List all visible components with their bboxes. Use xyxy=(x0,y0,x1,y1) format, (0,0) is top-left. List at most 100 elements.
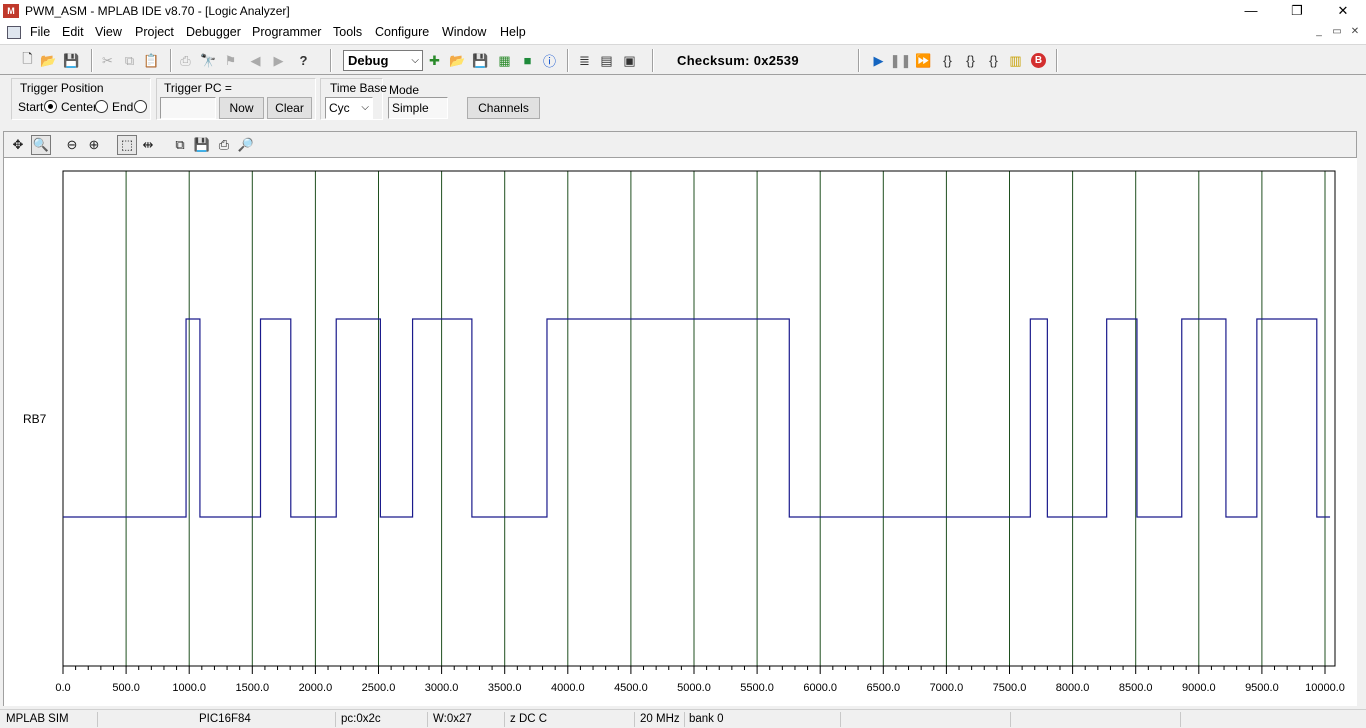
copy-icon[interactable]: ⧉ xyxy=(121,52,138,69)
select-region-icon[interactable]: ⬚ xyxy=(117,135,137,155)
save-workspace-icon[interactable]: 💾 xyxy=(472,52,489,69)
step-over-icon[interactable]: {} xyxy=(962,52,979,69)
menu-tools[interactable]: Tools xyxy=(333,25,362,39)
menu-debugger[interactable]: Debugger xyxy=(186,25,241,39)
new-project-icon[interactable]: ✚ xyxy=(426,52,443,69)
open-project-icon[interactable]: 📂 xyxy=(449,52,466,69)
build-config-select[interactable]: Debug ⌵ xyxy=(343,50,423,71)
channels-button[interactable]: Channels xyxy=(467,97,540,119)
status-divider xyxy=(97,712,98,727)
zoom-in-icon[interactable]: ⊕ xyxy=(84,135,104,155)
toolbar-separator xyxy=(170,49,172,72)
trigger-center-radio[interactable] xyxy=(95,100,108,113)
tick-label: 1500.0 xyxy=(235,682,269,694)
menu-project[interactable]: Project xyxy=(135,25,174,39)
stack-icon[interactable]: ≣ xyxy=(576,52,593,69)
menu-help[interactable]: Help xyxy=(500,25,526,39)
menu-configure[interactable]: Configure xyxy=(375,25,429,39)
minimize-window-button[interactable]: — xyxy=(1228,0,1274,22)
menu-edit[interactable]: Edit xyxy=(62,25,84,39)
memory-icon[interactable]: ▤ xyxy=(598,52,615,69)
breakpoint-icon[interactable]: B xyxy=(1031,53,1046,68)
close-window-button[interactable]: ✕ xyxy=(1320,0,1366,22)
save-icon[interactable]: 💾 xyxy=(192,135,212,155)
tick-label: 2000.0 xyxy=(299,682,333,694)
step-into-icon[interactable]: {} xyxy=(939,52,956,69)
halt-icon[interactable]: ❚❚ xyxy=(890,52,912,69)
tick-label: 2500.0 xyxy=(362,682,396,694)
chevron-down-icon: ⌵ xyxy=(411,55,419,66)
zoom-out-icon[interactable]: ⊖ xyxy=(62,135,82,155)
open-file-icon[interactable]: 📂 xyxy=(40,52,57,69)
tick-label: 3500.0 xyxy=(488,682,522,694)
trigger-end-radio[interactable] xyxy=(134,100,147,113)
status-bar: MPLAB SIM PIC16F84 pc:0x2c W:0x27 z DC C… xyxy=(0,709,1366,728)
tick-label: 7500.0 xyxy=(993,682,1027,694)
paste-icon[interactable]: 📋 xyxy=(143,52,160,69)
tick-label: 9500.0 xyxy=(1245,682,1279,694)
time-base-select[interactable]: Cyc ⌵ xyxy=(325,97,373,119)
tick-label: 10000.0 xyxy=(1305,682,1345,694)
help-icon[interactable]: ? xyxy=(295,52,312,69)
mplab-icon[interactable]: M xyxy=(3,4,19,18)
cut-icon[interactable]: ✂ xyxy=(99,52,116,69)
copy-icon[interactable]: ⧉ xyxy=(170,135,190,155)
toolbar-separator xyxy=(858,49,860,72)
tick-label: 8000.0 xyxy=(1056,682,1090,694)
cursor-markers-icon[interactable]: ⇹ xyxy=(138,135,158,155)
logic-analyzer-plot[interactable]: 0.0 500.0 1000.0 1500.0 2000.0 2500.0 3000.0 35… xyxy=(3,158,1357,706)
trigger-pc-field[interactable] xyxy=(160,97,216,119)
tick-label: 5500.0 xyxy=(740,682,774,694)
mdi-restore-button[interactable]: ▭ xyxy=(1328,26,1346,40)
status-divider xyxy=(1180,712,1181,727)
animate-icon[interactable]: ⏩ xyxy=(915,52,932,69)
toolbar-separator xyxy=(652,49,654,72)
build-config-value: Debug xyxy=(348,53,389,68)
trigger-pc-label: Trigger PC = xyxy=(164,81,232,95)
menu-window[interactable]: Window xyxy=(442,25,486,39)
pan-icon[interactable]: ✥ xyxy=(8,135,28,155)
print-preview-icon[interactable]: 🔎 xyxy=(236,135,256,155)
bookmark-prev-icon[interactable]: ◀ xyxy=(247,52,264,69)
run-icon[interactable]: ▶ xyxy=(870,52,887,69)
logic-analyzer-controls: Trigger Position Start Center End Trigge… xyxy=(0,76,1366,129)
step-out-icon[interactable]: {} xyxy=(985,52,1002,69)
child-window-icon[interactable] xyxy=(7,26,21,39)
tick-label: 500.0 xyxy=(112,682,140,694)
tick-label: 1000.0 xyxy=(172,682,206,694)
restore-window-button[interactable]: ❐ xyxy=(1274,0,1320,22)
print-icon[interactable]: ⎙ xyxy=(214,135,234,155)
find-icon[interactable]: 🔭 xyxy=(200,52,217,69)
new-file-icon[interactable]: 🗋 xyxy=(19,51,36,69)
reset-icon[interactable]: ▥ xyxy=(1007,52,1024,69)
trigger-start-radio[interactable] xyxy=(44,100,57,113)
status-pc: pc:0x2c xyxy=(341,713,381,725)
menu-file[interactable]: File xyxy=(30,25,50,39)
print-icon[interactable]: ⎙ xyxy=(177,52,194,69)
save-icon[interactable]: 💾 xyxy=(63,52,80,69)
status-divider xyxy=(504,712,505,727)
watch-icon[interactable]: ▣ xyxy=(621,52,638,69)
status-flags: z DC C xyxy=(510,713,548,725)
build-all-icon[interactable]: ■ xyxy=(519,52,536,69)
logic-analyzer-toolbar: ✥ 🔍 ⊖ ⊕ ⬚ ⇹ ⧉ 💾 ⎙ 🔎 xyxy=(3,131,1357,158)
mdi-close-button[interactable]: ✕ xyxy=(1346,26,1364,40)
menu-programmer[interactable]: Programmer xyxy=(252,25,321,39)
clear-button[interactable]: Clear xyxy=(267,97,312,119)
toolbar-separator xyxy=(91,49,93,72)
build-icon[interactable]: ▦ xyxy=(496,52,513,69)
zoom-region-icon[interactable]: 🔍 xyxy=(31,135,51,155)
tick-label: 9000.0 xyxy=(1182,682,1216,694)
bookmark-next-icon[interactable]: ▶ xyxy=(270,52,287,69)
mdi-minimize-button[interactable]: _ xyxy=(1310,26,1328,40)
status-divider xyxy=(427,712,428,727)
info-icon[interactable]: ⓘ xyxy=(541,52,558,69)
now-button[interactable]: Now xyxy=(219,97,264,119)
tick-label: 0.0 xyxy=(55,682,70,694)
axis-ticks xyxy=(62,666,1326,674)
chevron-down-icon: ⌵ xyxy=(361,102,369,113)
find-in-files-icon[interactable]: ⚑ xyxy=(222,52,239,69)
trigger-position-label: Trigger Position xyxy=(20,81,104,95)
menu-view[interactable]: View xyxy=(95,25,122,39)
tick-label: 6000.0 xyxy=(803,682,837,694)
